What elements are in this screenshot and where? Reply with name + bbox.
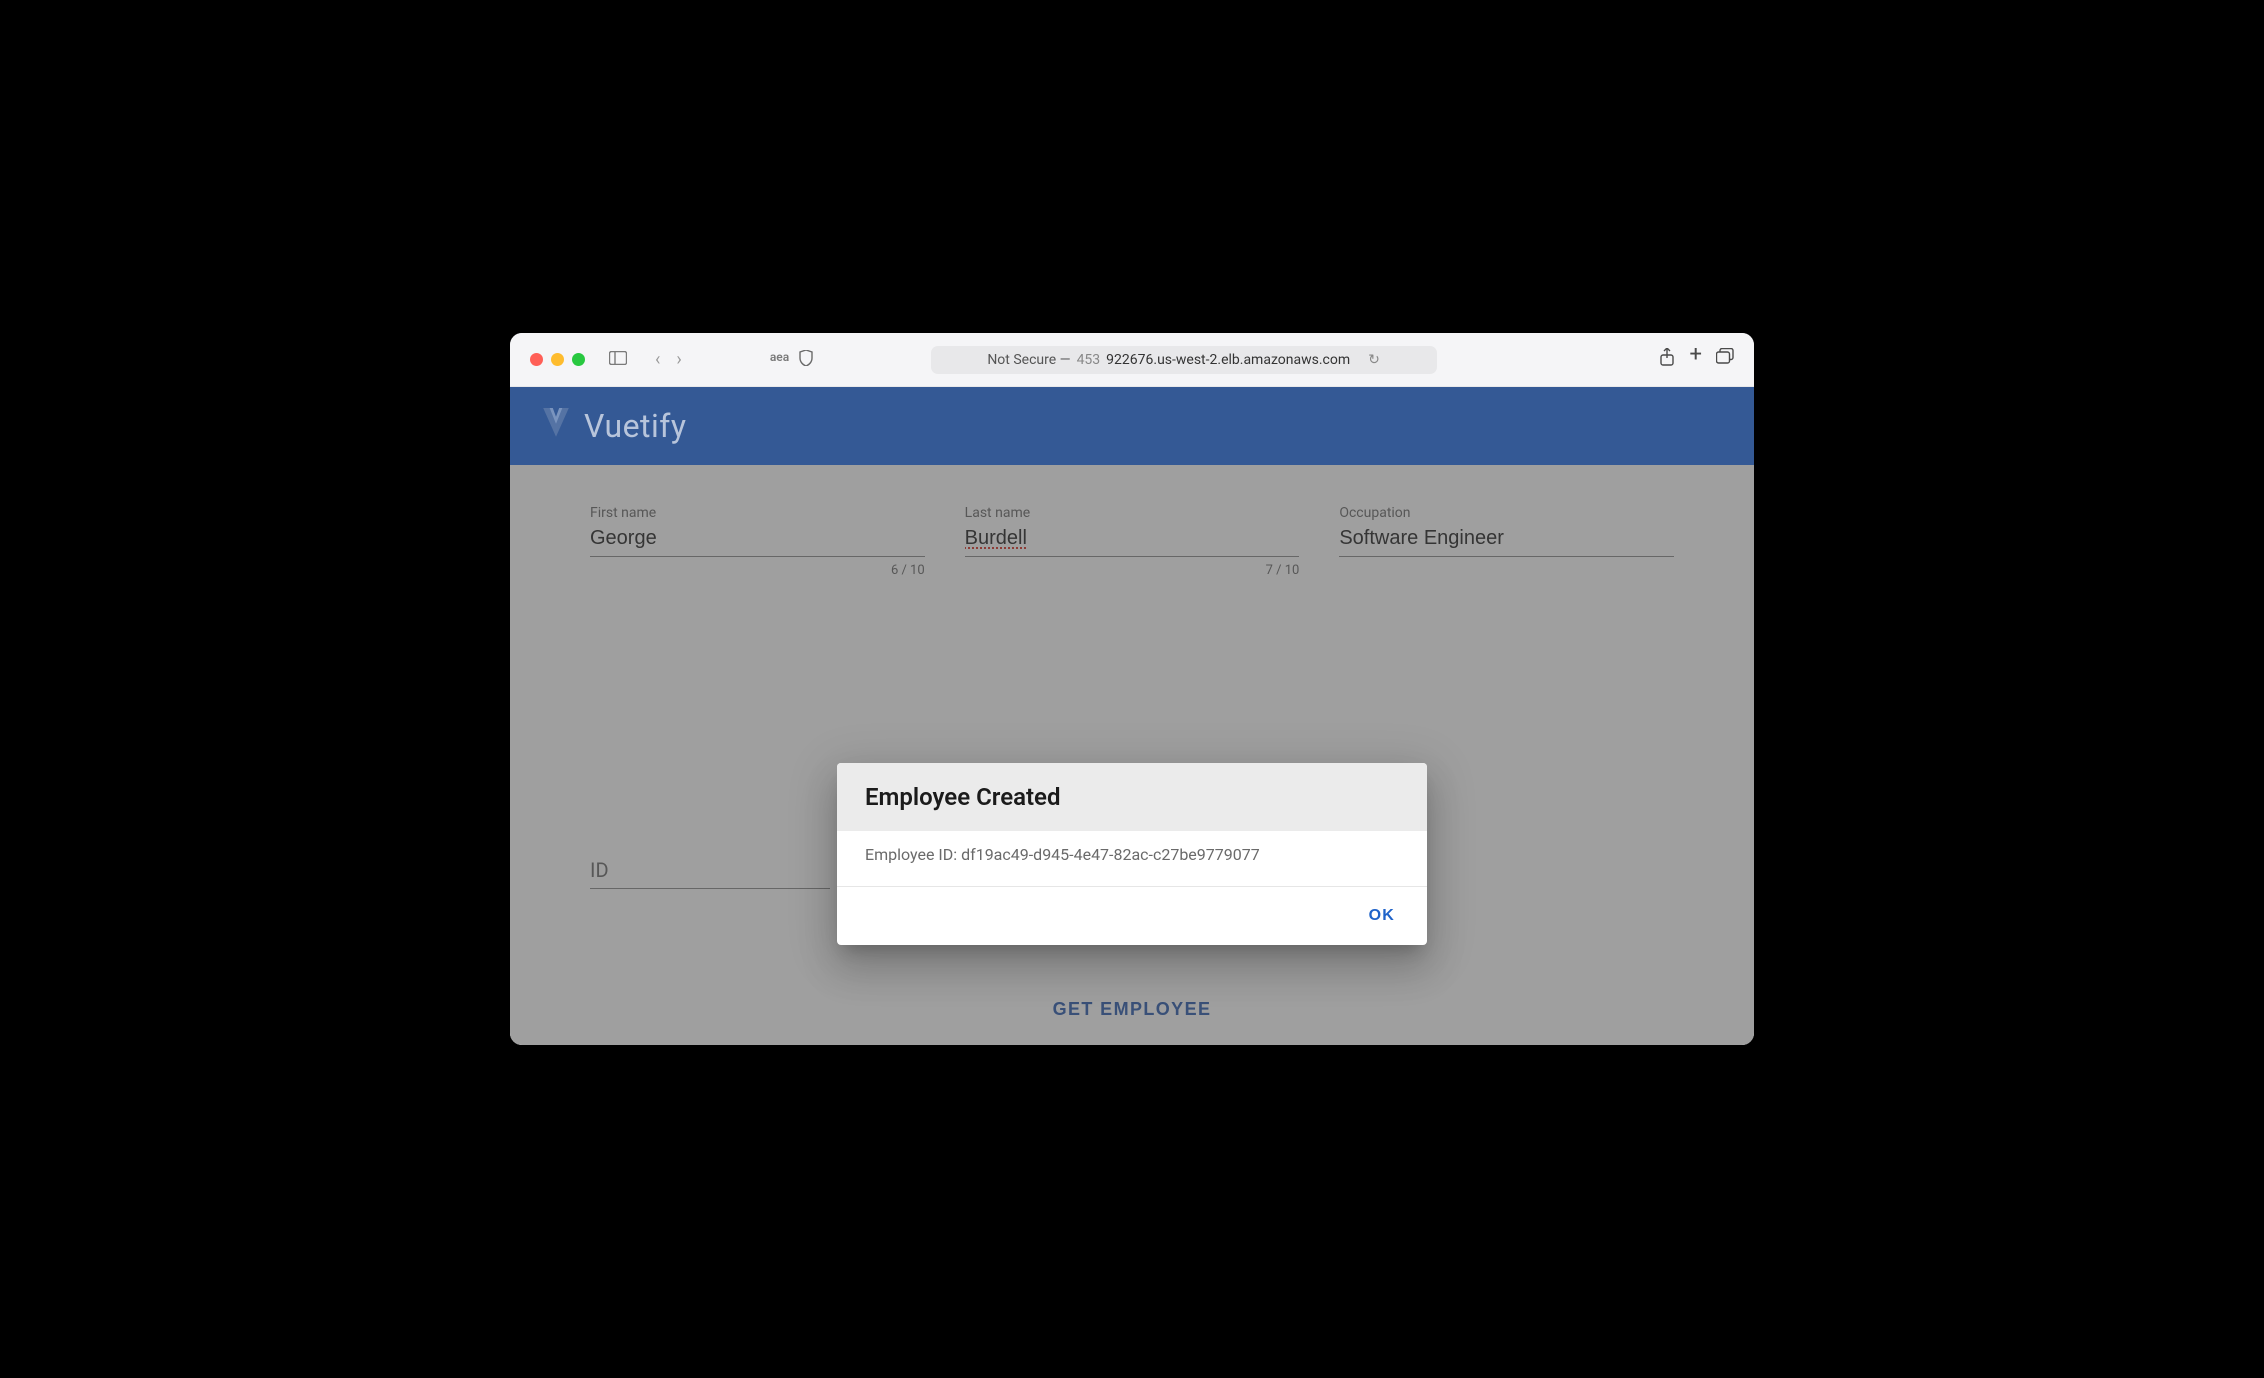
titlebar-right-controls: + [1659,348,1733,371]
dialog-body: Employee ID: df19ac49-d945-4e47-82ac-c27… [837,831,1427,887]
security-status: Not Secure — [987,352,1070,368]
dialog-scrim[interactable] [510,465,1754,1045]
browser-titlebar: ‹ › aea Not Secure — 453 922676.us-west-2… [510,333,1754,387]
page-content: First name 6 / 10 Last name 7 / 10 Occup… [510,465,1754,1045]
new-tab-icon[interactable]: + [1689,348,1701,371]
employee-created-dialog: Employee Created Employee ID: df19ac49-d… [837,763,1427,945]
app-bar: Vuetify [510,387,1754,465]
reload-icon[interactable]: ↻ [1368,352,1380,368]
brand-title: Vuetify [584,407,687,445]
browser-window: ‹ › aea Not Secure — 453 922676.us-west-2… [510,333,1754,1045]
tabs-overview-icon[interactable] [1716,348,1734,371]
extension-aea-icon[interactable]: aea [770,350,789,370]
share-icon[interactable] [1659,348,1675,371]
minimize-window-button[interactable] [551,353,564,366]
extension-icons: aea [770,350,813,370]
url-muted-part: 453 [1077,352,1101,368]
close-window-button[interactable] [530,353,543,366]
window-controls [530,353,585,366]
vuetify-logo-icon [540,404,572,448]
sidebar-toggle-icon[interactable] [605,350,631,369]
dialog-title: Employee Created [865,783,1399,811]
ok-button[interactable]: OK [1357,901,1407,931]
shield-icon[interactable] [799,350,813,370]
zoom-window-button[interactable] [572,353,585,366]
address-bar[interactable]: Not Secure — 453 922676.us-west-2.elb.ama… [931,346,1437,374]
back-button[interactable]: ‹ [649,349,666,370]
dialog-actions: OK [837,887,1427,945]
navigation-arrows: ‹ › [649,349,688,370]
dialog-header: Employee Created [837,763,1427,831]
forward-button[interactable]: › [670,349,687,370]
url-domain: 922676.us-west-2.elb.amazonaws.com [1106,352,1350,368]
